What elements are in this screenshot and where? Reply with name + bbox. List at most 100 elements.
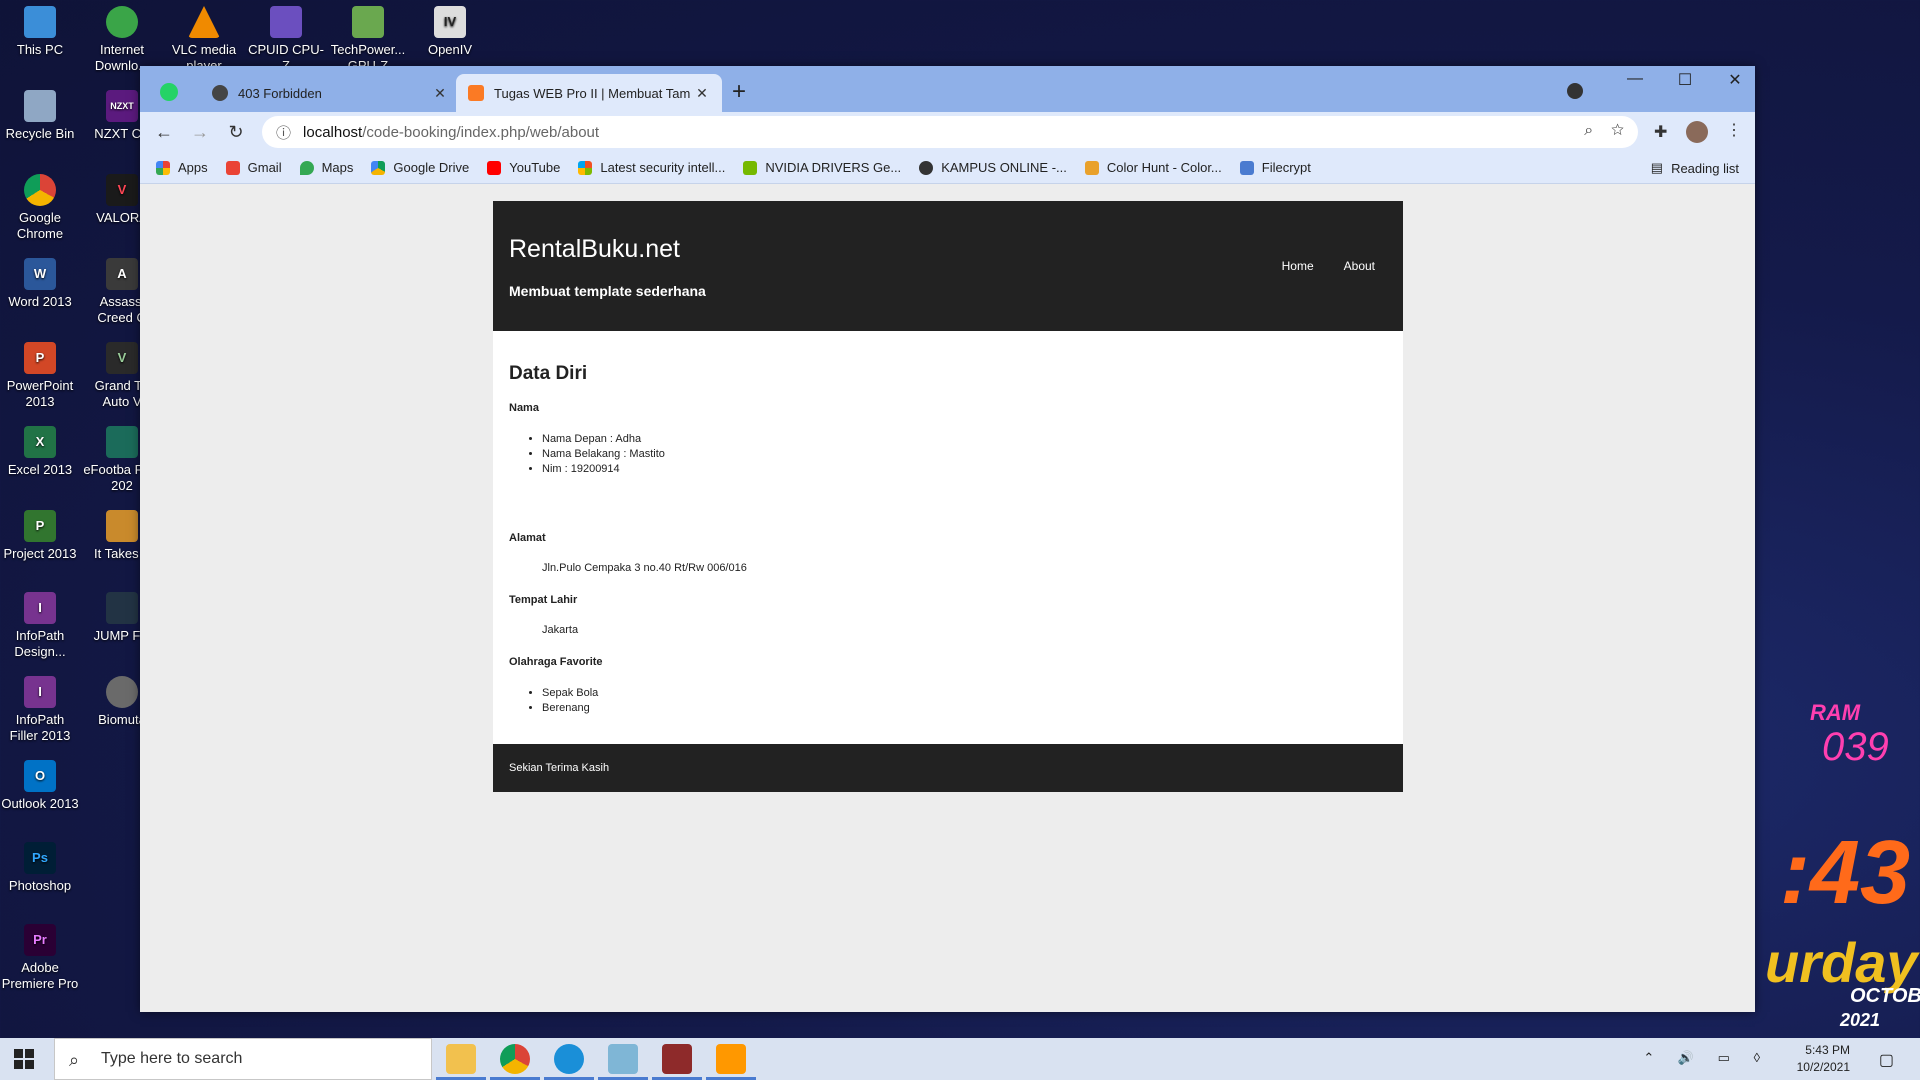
desktop-icon-photoshop[interactable]: Ps Photoshop [0, 842, 80, 894]
desktop-icon-word[interactable]: W Word 2013 [0, 258, 80, 310]
forward-button[interactable]: → [182, 122, 218, 143]
bookmark-google-drive[interactable]: Google Drive [371, 160, 469, 175]
desktop-icon-project[interactable]: P Project 2013 [0, 510, 80, 562]
shield-icon [1239, 160, 1254, 175]
outlook-icon: O [24, 760, 56, 792]
site-nav: Home About [1282, 259, 1375, 273]
back-button[interactable]: ← [146, 122, 182, 143]
clock-time: 5:43 PM [1805, 1043, 1850, 1057]
alamat-value: Jln.Pulo Cempaka 3 no.40 Rt/Rw 006/016 [542, 562, 747, 574]
notification-icon[interactable]: ▢ [1879, 1050, 1894, 1070]
bookmark-kampus[interactable]: KAMPUS ONLINE -... [919, 160, 1067, 175]
desktop-icon-chrome[interactable]: Google Chrome [0, 174, 80, 242]
desktop-icon-cpuz[interactable]: CPUID CPU-Z [246, 6, 326, 74]
reload-button[interactable]: ↻ [218, 122, 254, 143]
address-bar[interactable]: ⓘ localhost/code-booking/index.php/web/a… [262, 116, 1638, 148]
list-item: Nama Depan : Adha [542, 432, 1387, 447]
site-subtitle: Membuat template sederhana [509, 283, 706, 299]
bookmark-color-hunt[interactable]: Color Hunt - Color... [1084, 160, 1222, 175]
bookmark-security[interactable]: Latest security intell... [578, 160, 725, 175]
alamat-label: Alamat [509, 532, 546, 544]
bookmark-apps[interactable]: Apps [156, 160, 208, 175]
desktop-icon-this-pc[interactable]: This PC [0, 6, 80, 58]
taskbar-search-input[interactable]: ⌕ Type here to search [54, 1038, 432, 1080]
bookmark-nvidia[interactable]: NVIDIA DRIVERS Ge... [743, 160, 901, 175]
word-icon: W [24, 258, 56, 290]
bookmark-youtube[interactable]: YouTube [487, 160, 560, 175]
desktop-icon-powerpoint[interactable]: P PowerPoint 2013 [0, 342, 80, 410]
drive-icon [371, 160, 386, 175]
desktop-icon-infopath-filler[interactable]: I InfoPath Filler 2013 [0, 676, 80, 744]
tempat-lahir-label: Tempat Lahir [509, 594, 578, 606]
page-viewport: RentalBuku.net Membuat template sederhan… [140, 184, 1755, 1012]
tab-403-forbidden[interactable]: 403 Forbidden ✕ [200, 74, 460, 112]
desktop-icon-premiere[interactable]: Pr Adobe Premiere Pro [0, 924, 80, 992]
nav-link-home[interactable]: Home [1282, 259, 1314, 273]
microsoft-icon [578, 160, 593, 175]
omnibox-actions: ⌕ ☆ [1584, 122, 1624, 140]
valorant-icon: V [106, 174, 138, 206]
app-icon[interactable] [608, 1044, 638, 1074]
list-item: Sepak Bola [542, 686, 1387, 701]
chrome-taskbar-icon[interactable] [500, 1044, 530, 1074]
menu-icon[interactable]: ⋮ [1726, 120, 1742, 140]
maps-icon [299, 160, 314, 175]
reading-list-button[interactable]: ▤ Reading list [1651, 160, 1739, 176]
file-explorer-icon[interactable] [446, 1044, 476, 1074]
sublime-icon[interactable] [716, 1044, 746, 1074]
clock-date: 10/2/2021 [1796, 1060, 1850, 1074]
wallpaper-month-text: OCTOBER [1850, 985, 1920, 1007]
wallpaper-clock-text: :43 [1780, 823, 1911, 923]
powerpoint-icon: P [24, 342, 56, 374]
minimize-button[interactable]: — [1615, 70, 1655, 88]
colorhunt-icon [1084, 160, 1099, 175]
nav-link-about[interactable]: About [1344, 259, 1375, 273]
desktop-icon-vlc[interactable]: VLC media player [164, 6, 244, 74]
new-tab-button[interactable]: + [732, 78, 746, 106]
vlc-icon [188, 6, 220, 38]
system-tray-icons[interactable]: ⌃ 🔊 ▭ ◊ [1643, 1050, 1770, 1066]
close-window-button[interactable]: ✕ [1715, 70, 1755, 90]
whatsapp-icon[interactable] [160, 83, 178, 101]
youtube-icon [487, 160, 502, 175]
tab-tugas-web[interactable]: Tugas WEB Pro II | Membuat Tam ✕ [456, 74, 722, 112]
game-icon [106, 426, 138, 458]
windows-start-icon[interactable] [14, 1049, 34, 1069]
wallpaper-ram-text: RAM [1810, 700, 1861, 725]
desktop-icon-internet-download[interactable]: Internet Downlo... [82, 6, 162, 74]
edge-icon[interactable] [554, 1044, 584, 1074]
desktop-icon-openiv[interactable]: IV OpenIV [410, 6, 490, 58]
gmail-icon [225, 160, 240, 175]
game-icon [106, 676, 138, 708]
url-host: localhost [303, 123, 363, 141]
bookmark-filecrypt[interactable]: Filecrypt [1239, 160, 1311, 175]
wallpaper-number-text: 039 [1822, 725, 1889, 769]
clock[interactable]: 5:43 PM 10/2/2021 [1797, 1042, 1850, 1076]
desktop-icon-outlook[interactable]: O Outlook 2013 [0, 760, 80, 812]
avatar[interactable] [1686, 121, 1708, 143]
bookmark-maps[interactable]: Maps [299, 160, 353, 175]
close-icon[interactable]: ✕ [694, 85, 710, 102]
extensions-icon[interactable]: ✚ [1654, 122, 1667, 142]
tab-search-icon[interactable] [1567, 83, 1583, 99]
wallpaper-year-text: 2021 [1840, 1010, 1881, 1030]
bookmark-gmail[interactable]: Gmail [225, 160, 282, 175]
olahraga-list: Sepak Bola Berenang [542, 686, 1387, 716]
tab-title: 403 Forbidden [238, 85, 322, 101]
desktop-icon-recycle-bin[interactable]: Recycle Bin [0, 90, 80, 142]
star-icon[interactable]: ☆ [1611, 122, 1624, 139]
infopath-icon: I [24, 592, 56, 624]
info-icon[interactable]: ⓘ [276, 122, 291, 143]
reading-list-icon: ▤ [1650, 160, 1664, 175]
desktop-icon-infopath-design[interactable]: I InfoPath Design... [0, 592, 80, 660]
desktop-icon-excel[interactable]: X Excel 2013 [0, 426, 80, 478]
tempat-lahir-value: Jakarta [542, 624, 579, 636]
footer-text: Sekian Terima Kasih [509, 762, 610, 774]
desktop-icon-gpuz[interactable]: TechPower... GPU-Z [328, 6, 408, 74]
zoom-icon[interactable]: ⌕ [1584, 122, 1593, 139]
winrar-icon[interactable] [662, 1044, 692, 1074]
close-icon[interactable]: ✕ [432, 85, 448, 102]
tab-strip: 403 Forbidden ✕ Tugas WEB Pro II | Membu… [140, 66, 1755, 112]
bookmarks-bar: Apps Gmail Maps Google Drive YouTube Lat… [140, 152, 1755, 184]
maximize-button[interactable]: ☐ [1665, 70, 1705, 90]
